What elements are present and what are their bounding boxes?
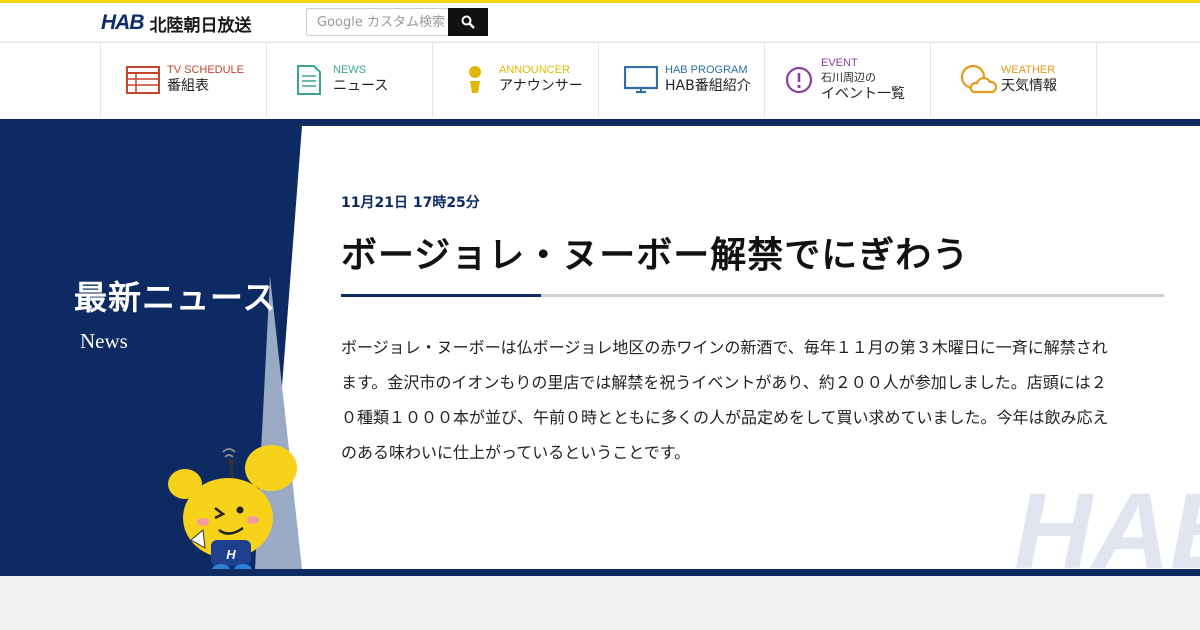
article-body: ボージョレ・ヌーボーは仏ボージョレ地区の赤ワインの新酒で、毎年１１月の第３木曜日… bbox=[341, 338, 1109, 462]
main-nav: TV SCHEDULE 番組表 NEWS ニュース ANNOUNCER アナウン… bbox=[0, 42, 1200, 120]
nav-en-label: TV SCHEDULE bbox=[167, 64, 245, 76]
weather-icon bbox=[959, 60, 997, 100]
logo-text: 北陸朝日放送 bbox=[149, 15, 252, 36]
nav-item-event[interactable]: EVENT 石川周辺の イベント一覧 bbox=[764, 43, 930, 117]
nav-item-tv-schedule[interactable]: TV SCHEDULE 番組表 bbox=[100, 43, 266, 117]
headline-divider bbox=[341, 294, 1164, 297]
program-icon bbox=[621, 60, 661, 100]
bottom-navy-bar bbox=[0, 569, 1200, 576]
nav-ja-label: 番組表 bbox=[167, 78, 209, 94]
logo-mark: HAB bbox=[101, 11, 144, 34]
footer-area bbox=[0, 576, 1200, 630]
top-navy-bar bbox=[0, 119, 1200, 126]
search-button[interactable] bbox=[448, 8, 488, 36]
tv-schedule-icon bbox=[123, 60, 163, 100]
section-title: 最新ニュース bbox=[74, 278, 277, 317]
nav-ja-label: 天気情報 bbox=[1001, 78, 1057, 94]
nav-ja-label-line1: 石川周辺の bbox=[821, 70, 876, 84]
announcer-icon bbox=[455, 60, 495, 100]
hab-watermark-text: HAB bbox=[1014, 484, 1200, 569]
article-date: 11月21日 17時25分 bbox=[341, 195, 480, 211]
article-headline: ボージョレ・ヌーボー解禁でにぎわう bbox=[341, 235, 970, 276]
nav-en-label: EVENT bbox=[821, 56, 858, 69]
nav-en-label: WEATHER bbox=[1001, 64, 1056, 76]
search-icon bbox=[461, 15, 475, 29]
nav-en-label: NEWS bbox=[333, 64, 366, 76]
news-icon bbox=[289, 60, 329, 100]
nav-ja-label: HAB番組紹介 bbox=[665, 78, 751, 94]
nav-en-label: ANNOUNCER bbox=[499, 64, 570, 76]
nav-ja-label: アナウンサー bbox=[499, 78, 583, 94]
section-subtitle: News bbox=[80, 329, 128, 353]
nav-item-news[interactable]: NEWS ニュース bbox=[266, 43, 432, 117]
nav-ja-label: ニュース bbox=[333, 78, 389, 94]
nav-item-weather[interactable]: WEATHER 天気情報 bbox=[930, 43, 1097, 117]
svg-text:H: H bbox=[226, 547, 236, 562]
nav-item-announcer[interactable]: ANNOUNCER アナウンサー bbox=[432, 43, 598, 117]
header: HAB 北陸朝日放送 bbox=[0, 3, 1200, 41]
nav-en-label: HAB PROGRAM bbox=[665, 64, 748, 76]
search-input[interactable] bbox=[307, 9, 455, 35]
event-icon bbox=[781, 60, 817, 100]
news-article-area: 最新ニュース News H 11月21日 17時25分 ボージョレ・ヌーボー解禁… bbox=[0, 126, 1200, 569]
mascot-character: H bbox=[168, 445, 297, 569]
nav-item-hab-program[interactable]: HAB PROGRAM HAB番組紹介 bbox=[598, 43, 764, 117]
hab-watermark-logo: HAB bbox=[918, 470, 1200, 569]
site-logo[interactable]: HAB 北陸朝日放送 bbox=[101, 11, 252, 36]
nav-ja-label-line2: イベント一覧 bbox=[821, 85, 905, 102]
search-box bbox=[306, 8, 488, 36]
